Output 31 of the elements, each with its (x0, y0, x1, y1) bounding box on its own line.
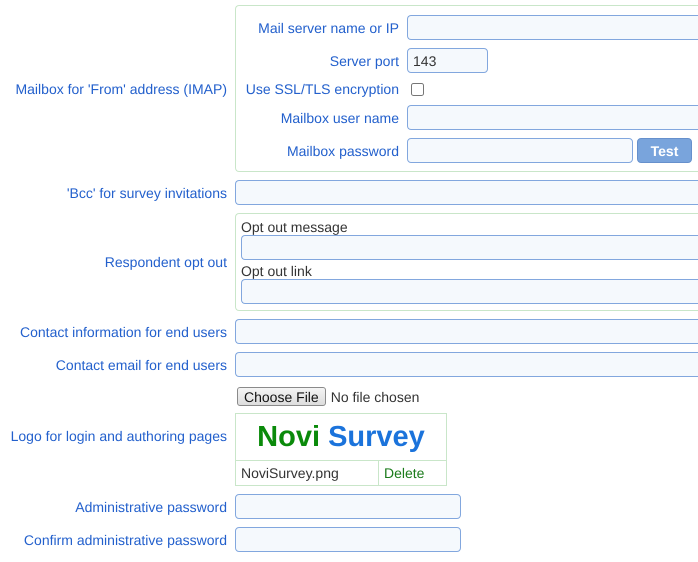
field-label: Mail server name or IP (257, 20, 400, 36)
logo: Novi Survey (236, 414, 446, 460)
input-field[interactable] (235, 352, 698, 377)
file-status: No file chosen (330, 388, 420, 404)
file-name: NoviSurvey.png (236, 460, 378, 486)
field-label: Mailbox user name (280, 110, 400, 126)
password-field[interactable] (235, 527, 461, 552)
password-field[interactable] (235, 494, 461, 519)
input-field[interactable] (241, 235, 698, 260)
input-field[interactable]: 143 (407, 48, 488, 73)
input-field[interactable] (407, 15, 698, 40)
input-field[interactable] (235, 319, 698, 344)
field-label: Opt out message (241, 219, 349, 235)
checkbox[interactable] (411, 82, 424, 96)
choose-file-button[interactable]: Choose File (237, 387, 326, 406)
field-label: Administrative password (74, 498, 228, 514)
field-label: Use SSL/TLS encryption (244, 81, 400, 97)
field-label: Mailbox for 'From' address (IMAP) (14, 80, 228, 96)
field-label: Contact information for end users (19, 324, 228, 340)
field-label: Respondent opt out (104, 254, 228, 270)
field-label: Logo for login and authoring pages (10, 428, 228, 444)
field-label: Mailbox password (286, 142, 400, 158)
field-label: 'Bcc' for survey invitations (66, 184, 228, 200)
input-field[interactable] (241, 279, 698, 304)
input-field[interactable] (235, 180, 698, 205)
field-label: Contact email for end users (54, 356, 228, 372)
field-label: Server port (328, 52, 400, 68)
input-field[interactable] (407, 105, 698, 130)
password-field[interactable] (407, 138, 633, 163)
field-label: Opt out link (241, 263, 313, 279)
field-label: Confirm administrative password (22, 532, 228, 548)
